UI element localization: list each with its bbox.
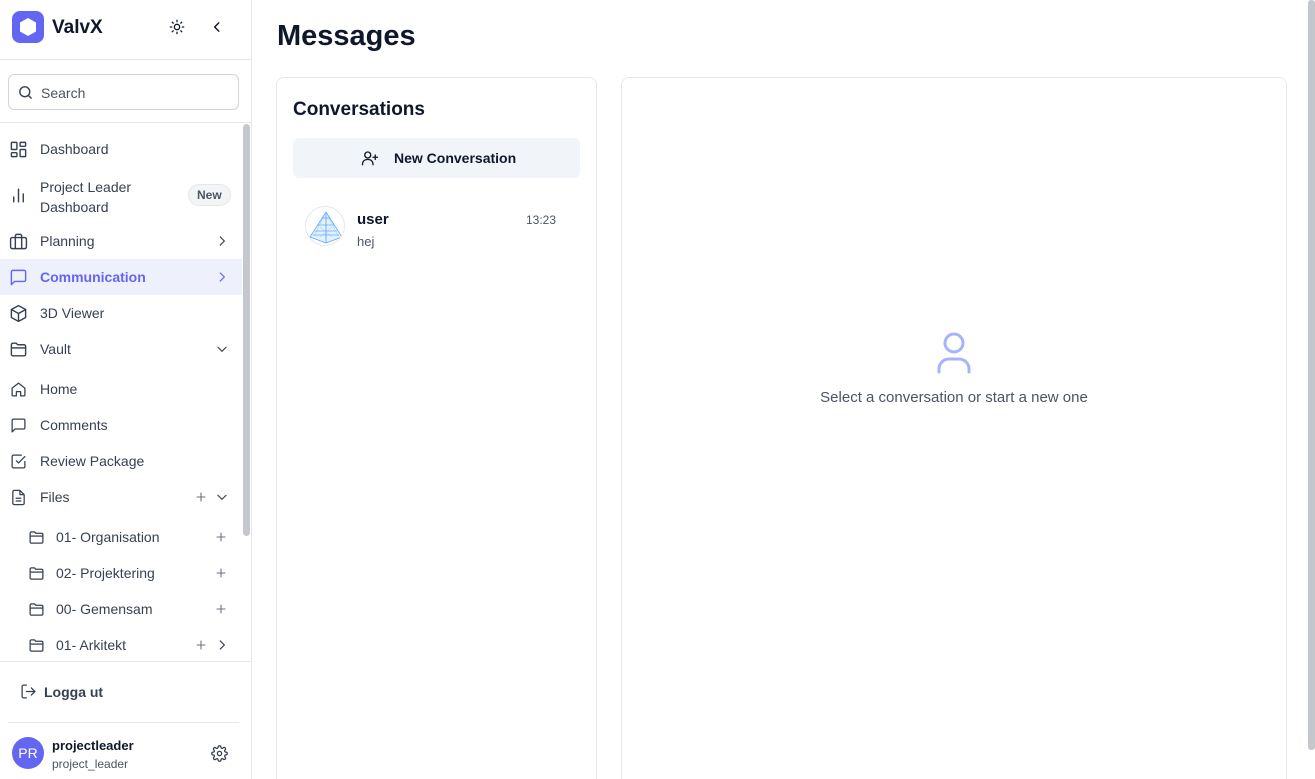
new-conversation-label: New Conversation	[394, 150, 517, 166]
app-logo[interactable]	[12, 11, 44, 43]
conversation-last-message: hej	[357, 234, 375, 249]
logout-label: Logga ut	[44, 684, 104, 700]
divider	[0, 122, 251, 123]
search-box[interactable]	[8, 74, 239, 110]
nav-item-home[interactable]: Home	[0, 371, 242, 407]
avatar[interactable]: PR	[12, 737, 44, 769]
conversation-avatar	[305, 206, 345, 246]
folder-item[interactable]: 01- Arkitekt	[0, 627, 242, 663]
sidebar: ValvX Dashboard Project Leader Dashboard…	[0, 0, 252, 779]
folder-icon	[26, 527, 46, 547]
plus-icon[interactable]	[194, 490, 208, 504]
theme-toggle-sun-icon[interactable]	[165, 15, 189, 39]
chevron-down-icon[interactable]	[214, 489, 230, 505]
folder-icon	[26, 563, 46, 583]
user-role: project_leader	[52, 757, 129, 771]
chat-panel: Select a conversation or start a new one	[621, 77, 1287, 779]
nav-item-files[interactable]: Files	[0, 479, 242, 515]
app-name: ValvX	[52, 17, 103, 38]
plus-icon[interactable]	[214, 566, 228, 580]
divider	[8, 722, 239, 723]
nav-item-3d-viewer[interactable]: 3D Viewer	[0, 295, 242, 331]
nav-label-comments: Comments	[40, 417, 108, 433]
conversation-name: user	[357, 211, 389, 228]
divider	[0, 661, 251, 662]
conversations-panel: Conversations New Conversation user 13:2…	[276, 77, 597, 779]
collapse-sidebar-chevron-left-icon[interactable]	[205, 15, 229, 39]
sidebar-scrollbar[interactable]	[243, 124, 250, 536]
folder-icon	[26, 599, 46, 619]
username: projectleader	[52, 738, 134, 753]
user-icon	[934, 330, 974, 379]
new-badge: New	[188, 184, 231, 206]
conversation-list-item[interactable]: user 13:23 hej	[293, 196, 580, 258]
chevron-right-icon[interactable]	[214, 269, 230, 285]
nav-item-dashboard[interactable]: Dashboard	[0, 131, 242, 167]
empty-state-text: Select a conversation or start a new one	[820, 389, 1088, 406]
file-text-icon	[8, 487, 28, 507]
nav-label-planning: Planning	[40, 233, 95, 249]
nav-label-project-leader-dashboard: Project Leader Dashboard	[40, 177, 131, 217]
chevron-down-icon[interactable]	[214, 341, 230, 357]
brand-header: ValvX	[0, 0, 251, 60]
search-icon	[17, 84, 34, 106]
plus-icon[interactable]	[194, 638, 208, 652]
nav-label-review-package: Review Package	[40, 453, 145, 469]
home-icon	[8, 379, 28, 399]
folder-item[interactable]: 02- Projektering	[0, 555, 242, 591]
briefcase-icon	[8, 231, 28, 251]
bar-chart-icon	[8, 185, 28, 205]
plus-icon[interactable]	[214, 530, 228, 544]
conversations-title: Conversations	[293, 99, 425, 120]
cube-icon	[8, 303, 28, 323]
nav-label-line2: Dashboard	[40, 199, 109, 215]
folder-label: 01- Organisation	[56, 529, 160, 545]
gear-icon[interactable]	[209, 743, 229, 763]
nav-label-vault: Vault	[40, 341, 71, 357]
folder-item[interactable]: 01- Organisation	[0, 519, 242, 555]
logout-icon	[20, 683, 37, 705]
folder-label: 00- Gemensam	[56, 601, 153, 617]
folder-label: 02- Projektering	[56, 565, 155, 581]
nav-label-communication: Communication	[40, 269, 146, 285]
message-square-icon	[8, 267, 28, 287]
chevron-right-icon[interactable]	[214, 233, 230, 249]
nav-label-home: Home	[40, 381, 78, 397]
chevron-right-icon[interactable]	[214, 637, 230, 653]
logout-button[interactable]: Logga ut	[8, 676, 243, 708]
folder-item[interactable]: 00- Gemensam	[0, 591, 242, 627]
nav-label-dashboard: Dashboard	[40, 141, 109, 157]
new-conversation-button[interactable]: New Conversation	[293, 138, 580, 178]
folder-label: 01- Arkitekt	[56, 637, 127, 653]
search-input[interactable]	[41, 83, 231, 103]
dashboard-grid-icon	[8, 139, 28, 159]
page-scrollbar[interactable]	[1308, 0, 1315, 750]
nav-item-communication[interactable]: Communication	[0, 259, 242, 295]
nav-label-line1: Project Leader	[40, 179, 132, 195]
nav-label-3d-viewer: 3D Viewer	[40, 305, 105, 321]
comment-icon	[8, 415, 28, 435]
page-title: Messages	[277, 20, 416, 52]
conversation-time: 13:23	[525, 213, 556, 227]
user-plus-icon	[361, 149, 379, 170]
folder-icon	[26, 635, 46, 655]
checkbox-icon	[8, 451, 28, 471]
nav-item-review-package[interactable]: Review Package	[0, 443, 242, 479]
nav-item-planning[interactable]: Planning	[0, 223, 242, 259]
nav-label-files: Files	[40, 489, 70, 505]
folder-icon	[8, 339, 28, 359]
nav-item-vault[interactable]: Vault	[0, 331, 242, 367]
nav-item-comments[interactable]: Comments	[0, 407, 242, 443]
plus-icon[interactable]	[214, 602, 228, 616]
